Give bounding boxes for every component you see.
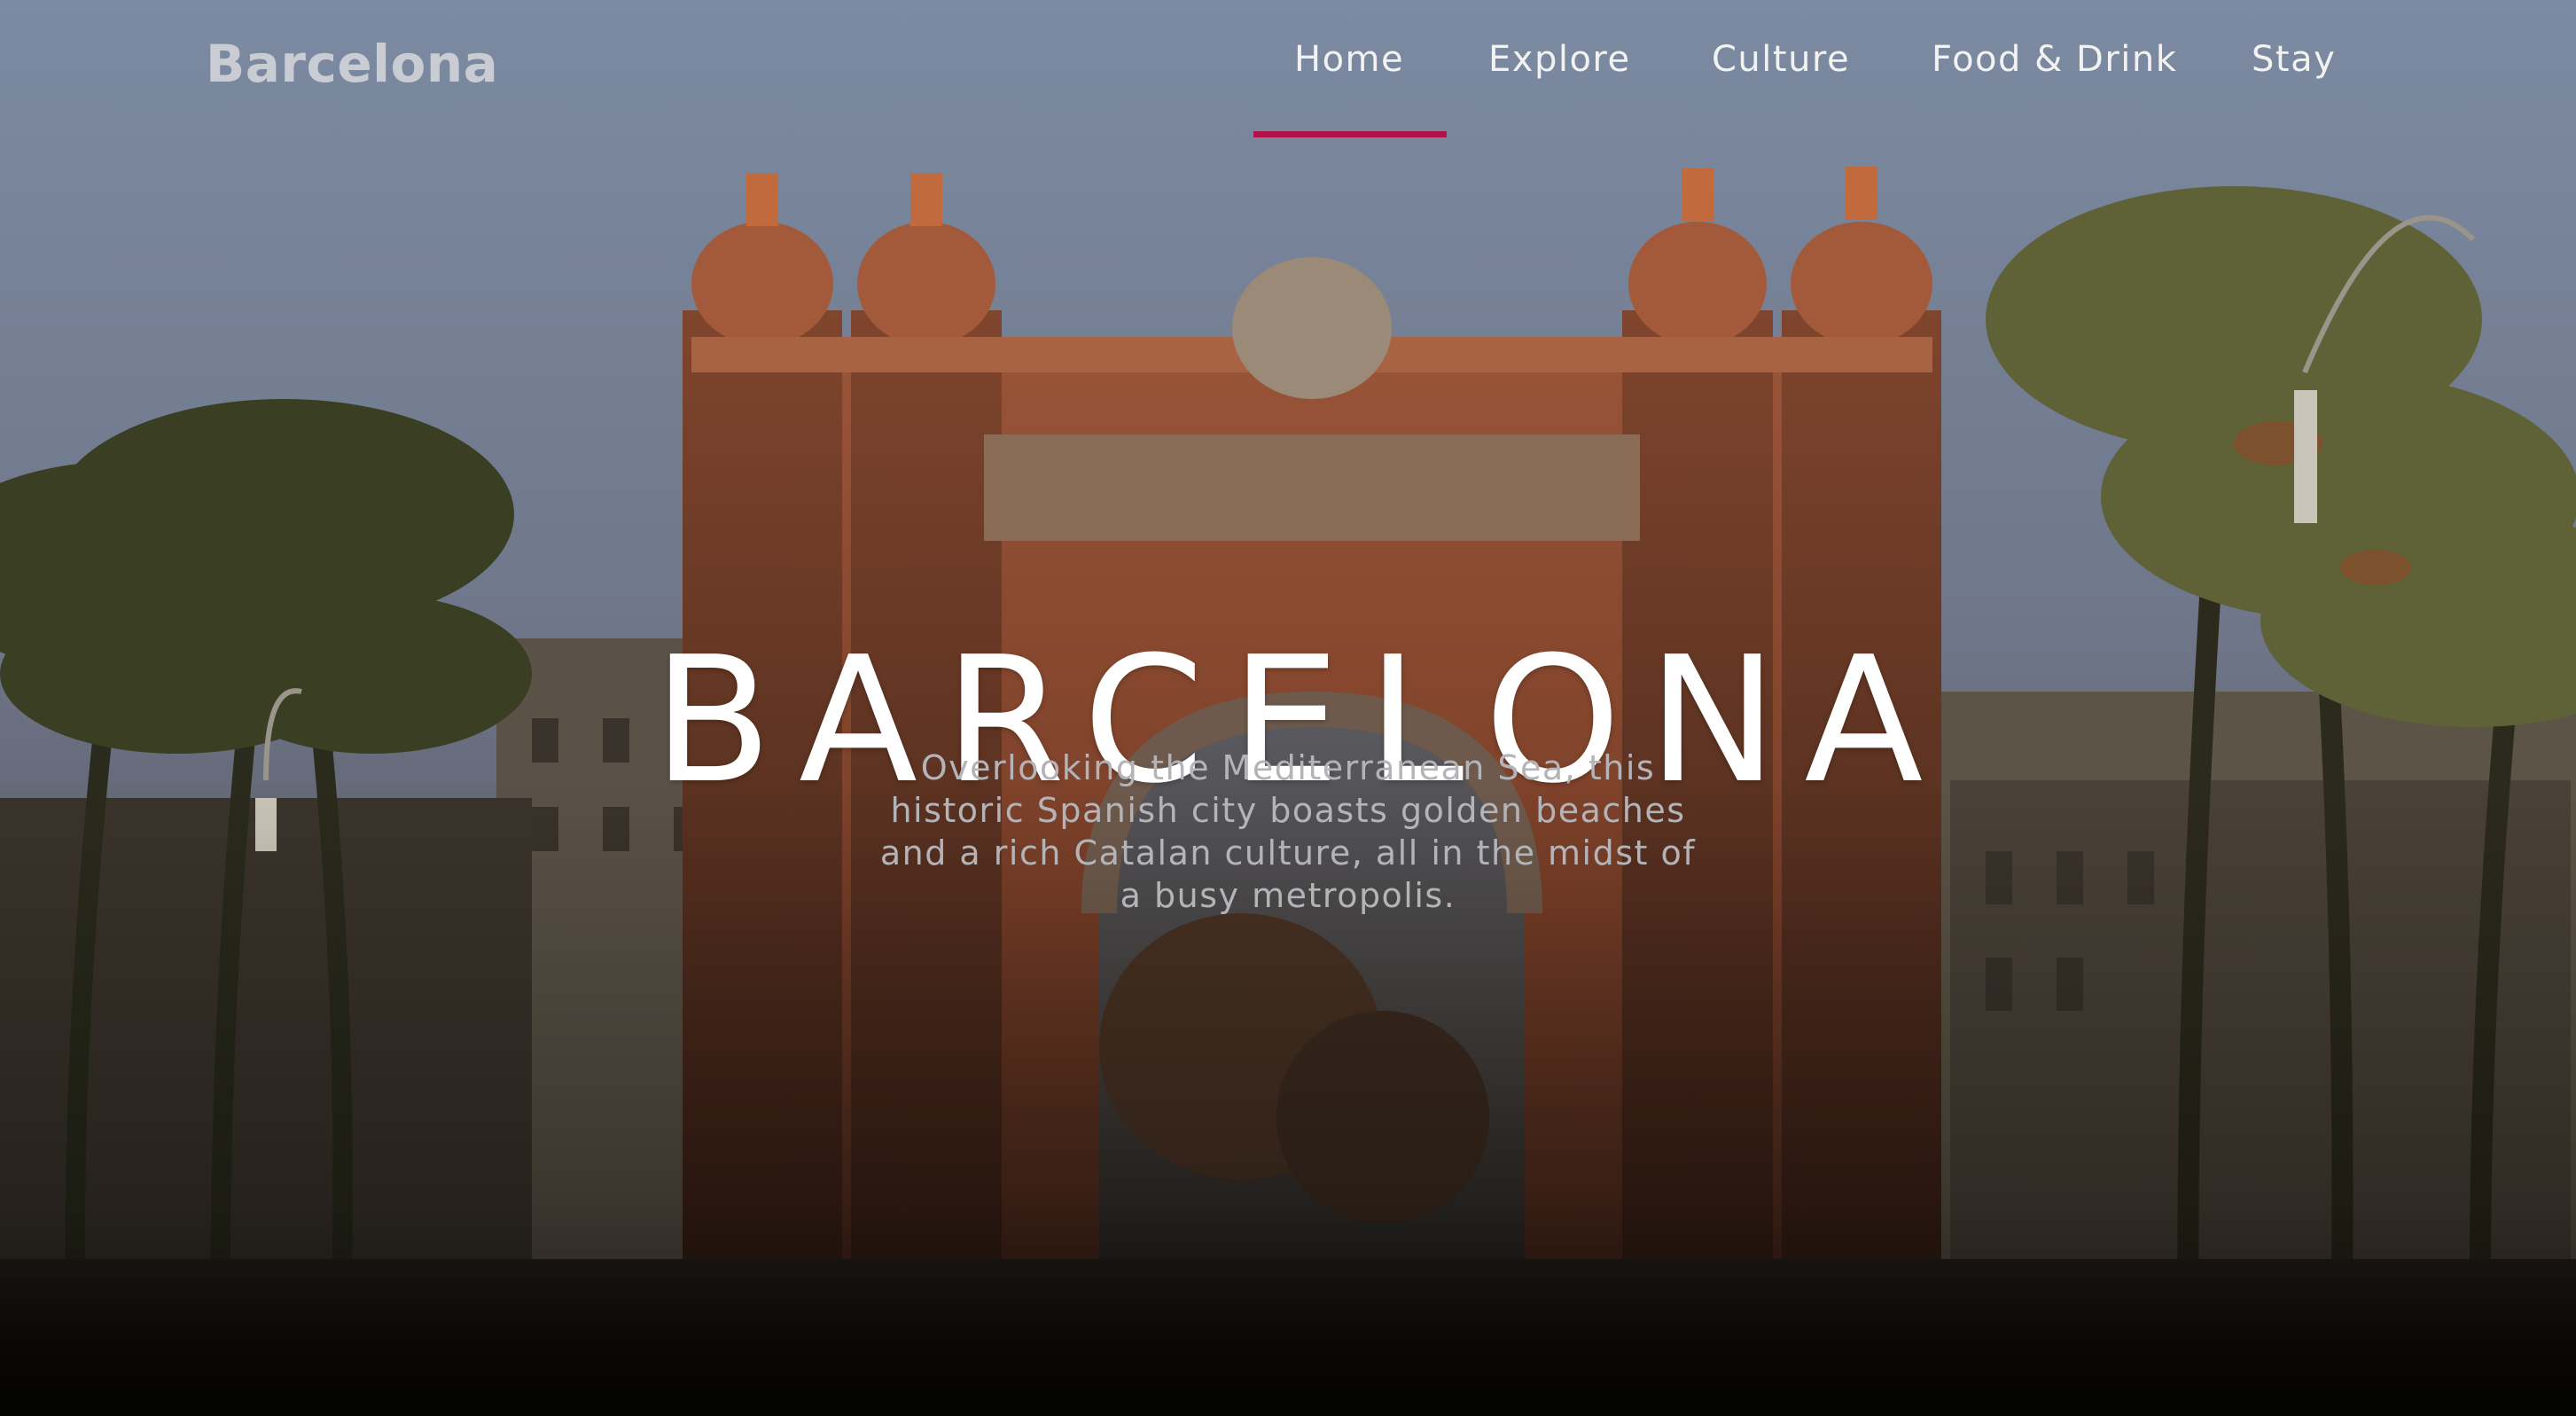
nav-item-explore[interactable]: Explore — [1488, 39, 1631, 80]
active-nav-indicator — [1253, 131, 1447, 137]
hero-section: Barcelona Home Explore Culture Food & Dr… — [0, 0, 2576, 1416]
hero-tagline: Overlooking the Mediterranean Sea, this … — [879, 748, 1697, 915]
nav-item-home[interactable]: Home — [1294, 39, 1404, 80]
nav-item-food-drink[interactable]: Food & Drink — [1932, 39, 2177, 80]
nav-item-stay[interactable]: Stay — [2252, 39, 2336, 80]
nav-item-culture[interactable]: Culture — [1712, 39, 1850, 80]
main-navigation: Home Explore Culture Food & Drink Stay — [0, 39, 2576, 92]
